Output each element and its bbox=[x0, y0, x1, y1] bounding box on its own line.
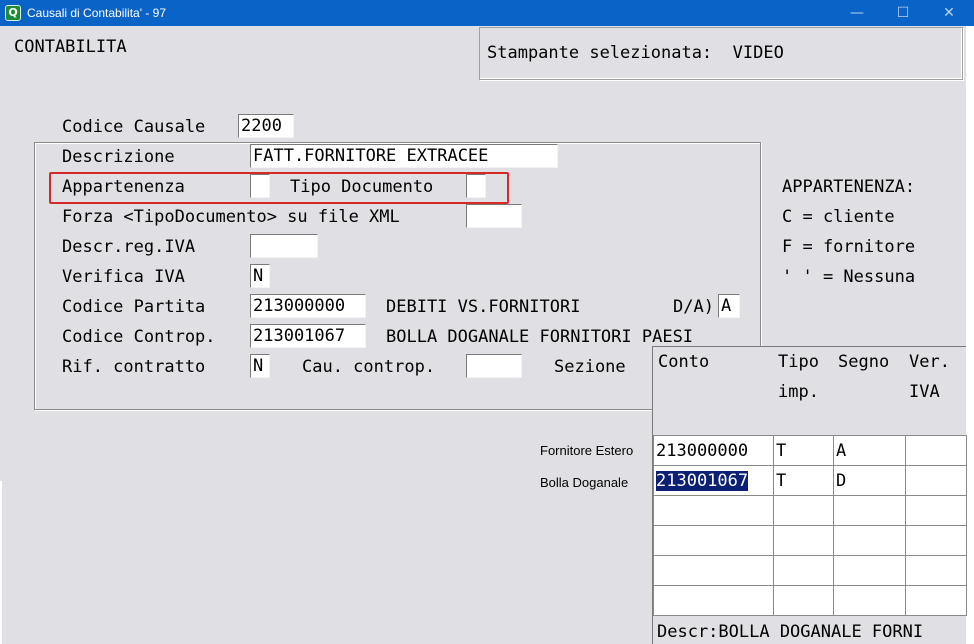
row-label-fornitore-estero: Fornitore Estero bbox=[540, 443, 634, 458]
grid-cell-tipo[interactable] bbox=[773, 495, 834, 526]
grid-cell-conto-selected[interactable]: 213001067 bbox=[653, 465, 774, 496]
cau-controp-input[interactable] bbox=[466, 354, 522, 378]
grid-cell-tipo[interactable] bbox=[773, 585, 834, 616]
highlight-annotation bbox=[49, 172, 509, 204]
window-title: Causali di Contabilita' - 97 bbox=[27, 6, 167, 20]
cau-controp-label: Cau. controp. bbox=[302, 357, 436, 377]
legend-cliente: C = cliente bbox=[782, 207, 895, 227]
grid-cell-ver-iva[interactable] bbox=[905, 555, 967, 586]
grid-header-ver: Ver. bbox=[909, 352, 950, 372]
grid-header-conto: Conto bbox=[658, 352, 710, 372]
row-label-bolla-doganale: Bolla Doganale bbox=[540, 475, 629, 490]
grid-cell-tipo[interactable] bbox=[773, 525, 834, 556]
section-title: CONTABILITA bbox=[14, 37, 127, 57]
legend-title: APPARTENENZA: bbox=[782, 177, 916, 197]
grid-cell-conto[interactable] bbox=[653, 525, 774, 556]
app-logo-icon[interactable]: Q bbox=[5, 5, 21, 21]
printer-label: Stampante selezionata: VIDEO bbox=[487, 43, 784, 63]
grid-status-description: Descr:BOLLA DOGANALE FORNI bbox=[657, 622, 924, 642]
legend-nessuna: ' ' = Nessuna bbox=[782, 267, 916, 287]
table-row bbox=[653, 525, 967, 556]
grid-cell-ver-iva[interactable] bbox=[905, 585, 967, 616]
descr-reg-iva-label: Descr.reg.IVA bbox=[62, 237, 196, 257]
grid-cell-ver-iva[interactable] bbox=[905, 465, 967, 496]
codice-controp-label: Codice Controp. bbox=[62, 327, 216, 347]
grid-cell-ver-iva[interactable] bbox=[905, 525, 967, 556]
legend-fornitore: F = fornitore bbox=[782, 237, 916, 257]
dare-avere-input[interactable]: A bbox=[718, 294, 740, 318]
grid-cell-segno[interactable]: D bbox=[833, 465, 906, 496]
forza-tipo-input[interactable] bbox=[466, 204, 522, 228]
grid-cell-segno[interactable] bbox=[833, 495, 906, 526]
codice-controp-input[interactable]: 213001067 bbox=[250, 324, 366, 348]
grid-header-imp: imp. bbox=[778, 382, 819, 402]
grid-header-segno: Segno bbox=[838, 352, 890, 372]
grid-cell-segno[interactable] bbox=[833, 585, 906, 616]
grid-cell-segno[interactable]: A bbox=[833, 435, 906, 466]
codice-causale-label: Codice Causale bbox=[62, 117, 206, 137]
title-bar: Q Causali di Contabilita' - 97 — ☐ ✕ bbox=[0, 0, 974, 26]
grid-cell-ver-iva[interactable] bbox=[905, 435, 967, 466]
close-button[interactable]: ✕ bbox=[926, 0, 972, 26]
codice-partita-label: Codice Partita bbox=[62, 297, 206, 317]
table-row: 213001067 T D bbox=[653, 465, 967, 496]
dare-avere-label: D/A) bbox=[673, 297, 714, 317]
maximize-button[interactable]: ☐ bbox=[880, 0, 926, 26]
grid-cell-segno[interactable] bbox=[833, 525, 906, 556]
grid-cell-segno[interactable] bbox=[833, 555, 906, 586]
table-row bbox=[653, 495, 967, 526]
codice-causale-input[interactable]: 2200 bbox=[238, 114, 294, 138]
verifica-iva-label: Verifica IVA bbox=[62, 267, 185, 287]
conti-grid: 213000000 T A 213001067 T D bbox=[653, 435, 967, 616]
window-edge bbox=[0, 481, 2, 644]
grid-cell-tipo[interactable]: T bbox=[773, 435, 834, 466]
grid-cell-ver-iva[interactable] bbox=[905, 495, 967, 526]
grid-cell-conto[interactable] bbox=[653, 585, 774, 616]
codice-partita-input[interactable]: 213000000 bbox=[250, 294, 366, 318]
rif-contratto-label: Rif. contratto bbox=[62, 357, 206, 377]
grid-header-tipo: Tipo bbox=[778, 352, 819, 372]
forza-tipo-label: Forza <TipoDocumento> su file XML bbox=[62, 207, 400, 227]
selected-value: 213001067 bbox=[656, 470, 749, 491]
table-row bbox=[653, 585, 967, 616]
sezione-label: Sezione bbox=[554, 357, 626, 377]
table-row: 213000000 T A bbox=[653, 435, 967, 466]
table-row bbox=[653, 555, 967, 586]
verifica-iva-input[interactable]: N bbox=[250, 264, 270, 288]
grid-cell-conto[interactable]: 213000000 bbox=[653, 435, 774, 466]
grid-cell-tipo[interactable] bbox=[773, 555, 834, 586]
codice-controp-description: BOLLA DOGANALE FORNITORI PAESI bbox=[386, 327, 694, 347]
grid-cell-conto[interactable] bbox=[653, 555, 774, 586]
codice-partita-description: DEBITI VS.FORNITORI bbox=[386, 297, 581, 317]
descr-reg-iva-input[interactable] bbox=[250, 234, 318, 258]
grid-header-iva: IVA bbox=[909, 382, 940, 402]
minimize-button[interactable]: — bbox=[834, 0, 880, 26]
window-edge bbox=[966, 26, 974, 644]
descrizione-input[interactable]: FATT.FORNITORE EXTRACEE bbox=[250, 144, 558, 168]
rif-contratto-input[interactable]: N bbox=[250, 354, 270, 378]
grid-cell-tipo[interactable]: T bbox=[773, 465, 834, 496]
grid-cell-conto[interactable] bbox=[653, 495, 774, 526]
descrizione-label: Descrizione bbox=[62, 147, 175, 167]
